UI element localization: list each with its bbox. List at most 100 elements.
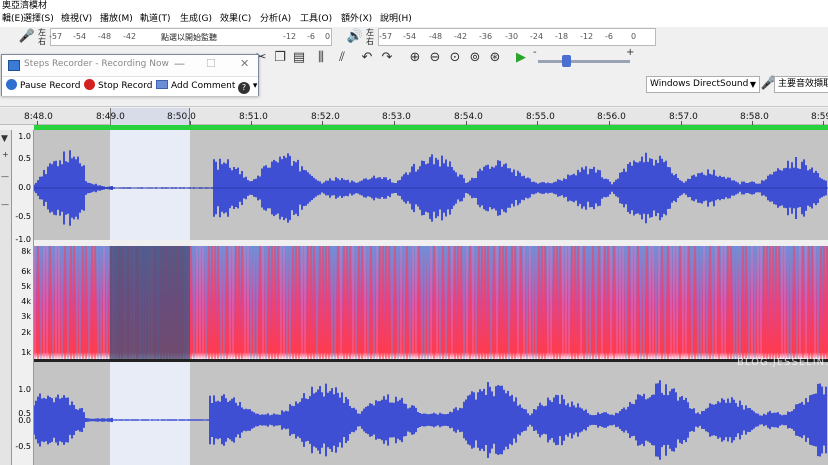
spectrogram-column	[55, 246, 57, 359]
spectrogram-column	[700, 246, 702, 359]
spectrogram-column	[724, 246, 726, 359]
ruler-tick: 8:51.0	[239, 112, 268, 122]
menu-effect[interactable]: 效果(C)	[220, 12, 251, 27]
steps-recorder-title: Steps Recorder - Recording Now	[24, 59, 169, 69]
spectrogram-column	[550, 246, 552, 359]
speaker-icon[interactable]: 🔊	[346, 28, 364, 46]
menu-extra[interactable]: 額外(X)	[341, 12, 372, 27]
audio-host-select[interactable]: Windows DirectSound ▼	[646, 76, 760, 93]
spectrogram-column	[247, 246, 249, 359]
trim-icon[interactable]: ⫼	[312, 49, 330, 67]
spectrogram-column	[688, 246, 690, 359]
spectrogram-column	[649, 246, 651, 359]
zoom-in-icon[interactable]: ⊕	[406, 49, 424, 67]
spectrogram-column	[352, 246, 354, 359]
spectrogram-column	[754, 246, 756, 359]
vertical-scale[interactable]: 1.0 0.5 0.0 -0.5 -1.0 8k 6k 5k 4k 3k 2k …	[12, 130, 34, 465]
menu-help[interactable]: 說明(H)	[380, 12, 412, 27]
input-device-select[interactable]: 主要音效擷取	[774, 76, 828, 93]
zoom-toggle-icon[interactable]: ⊛	[486, 49, 504, 67]
spectrogram-column	[556, 246, 558, 359]
add-comment-label: Add Comment	[171, 81, 236, 91]
spectrogram-column	[487, 246, 489, 359]
track-menu-arrow-icon[interactable]: ▼	[1, 134, 8, 144]
menu-generate[interactable]: 生成(G)	[180, 12, 212, 27]
steps-recorder-toolbar: Pause Record Stop Record Add Comment ? ▾	[2, 76, 258, 96]
spectrogram-column	[583, 246, 585, 359]
audio-tracks[interactable]	[34, 130, 828, 465]
play-meter[interactable]: -57 -54 -48 -42 -36 -30 -24 -18 -12 -6 0	[378, 28, 656, 46]
speed-slider-track[interactable]	[538, 60, 630, 63]
spectrogram-column	[235, 246, 237, 359]
track-area[interactable]: BLOG.JESSELIN.COM	[34, 130, 828, 465]
spectrogram-column	[370, 246, 372, 359]
spectrogram-column	[562, 246, 564, 359]
fit-project-icon[interactable]: ⊚	[466, 49, 484, 67]
track-control-panel[interactable]: ▼ + — —	[0, 130, 12, 465]
spectrogram-column	[604, 246, 606, 359]
spectrogram-column	[430, 246, 432, 359]
microphone-icon[interactable]: 🎤	[18, 28, 36, 46]
spectrogram-column	[340, 246, 342, 359]
track-pan-icon[interactable]: —	[1, 172, 9, 181]
pause-record-button[interactable]: Pause Record	[6, 77, 80, 96]
spectrogram-column	[295, 246, 297, 359]
fit-selection-icon[interactable]: ⊙	[446, 49, 464, 67]
zoom-out-icon[interactable]: ⊖	[426, 49, 444, 67]
maximize-icon[interactable]: ☐	[206, 57, 216, 70]
copy-icon[interactable]: ❐	[271, 49, 289, 67]
spectrogram-column	[526, 246, 528, 359]
stop-record-button[interactable]: Stop Record	[84, 77, 152, 96]
spectrogram-column	[697, 246, 699, 359]
spectrogram-column	[226, 246, 228, 359]
spectrogram-column	[253, 246, 255, 359]
spectrogram-column	[397, 246, 399, 359]
spectrogram-column	[433, 246, 435, 359]
spectrogram-column	[664, 246, 666, 359]
speed-slider-knob[interactable]	[562, 55, 571, 67]
steps-recorder-titlebar[interactable]: Steps Recorder - Recording Now — ☐ ✕	[2, 55, 258, 76]
silence-icon[interactable]: ⫽	[333, 49, 351, 67]
minimize-icon[interactable]: —	[174, 57, 185, 70]
undo-icon[interactable]: ↶	[358, 49, 376, 67]
spectrogram-column	[448, 246, 450, 359]
menu-tracks[interactable]: 軌道(T)	[140, 12, 171, 27]
menu-transport[interactable]: 播放(M)	[100, 12, 133, 27]
menu-view[interactable]: 檢視(V)	[61, 12, 92, 27]
redo-icon[interactable]: ↷	[378, 49, 396, 67]
menu-select[interactable]: 選擇(S)	[23, 12, 54, 27]
ruler-tick: 8:48.0	[24, 112, 53, 122]
spectrogram-column	[778, 246, 780, 359]
spectrogram-column	[574, 246, 576, 359]
play-meter-tick: -6	[605, 32, 613, 41]
paste-icon[interactable]: ▤	[290, 49, 308, 67]
spectrogram-column	[523, 246, 525, 359]
play-meter-tick: -36	[479, 32, 493, 41]
spectrogram-column	[220, 246, 222, 359]
menu-tools[interactable]: 工具(O)	[300, 12, 332, 27]
add-comment-button[interactable]: Add Comment	[156, 77, 235, 96]
track-gain-icon[interactable]: —	[1, 200, 9, 209]
spectrogram-column	[691, 246, 693, 359]
scale-label: 1k	[21, 348, 31, 357]
help-menu-button[interactable]: ? ▾	[238, 77, 257, 96]
spectrogram-column	[319, 246, 321, 359]
spectrogram-column	[625, 246, 627, 359]
scale-label: 3k	[21, 312, 31, 321]
track-gain-icon[interactable]: +	[2, 150, 9, 159]
spectrogram-column	[790, 246, 792, 359]
record-meter[interactable]: -57 -54 -48 -42 點選以開始監聽 -12 -6 0	[49, 28, 332, 46]
window-title: 奧亞濟模材	[0, 0, 828, 12]
spectrogram-column	[103, 246, 105, 359]
play-meter-tick: -57	[379, 32, 393, 41]
spectrogram-column	[268, 246, 270, 359]
spectrogram-column	[607, 246, 609, 359]
steps-recorder-app-icon	[8, 60, 20, 71]
play-at-speed-icon[interactable]: ▶	[512, 49, 530, 67]
menu-edit[interactable]: 輯(E)	[2, 12, 24, 27]
close-icon[interactable]: ✕	[240, 57, 249, 70]
menu-analyze[interactable]: 分析(A)	[260, 12, 291, 27]
scale-label: 1.0	[18, 132, 31, 141]
ruler-tick: 8:56.0	[597, 112, 626, 122]
selection-region	[110, 130, 190, 240]
